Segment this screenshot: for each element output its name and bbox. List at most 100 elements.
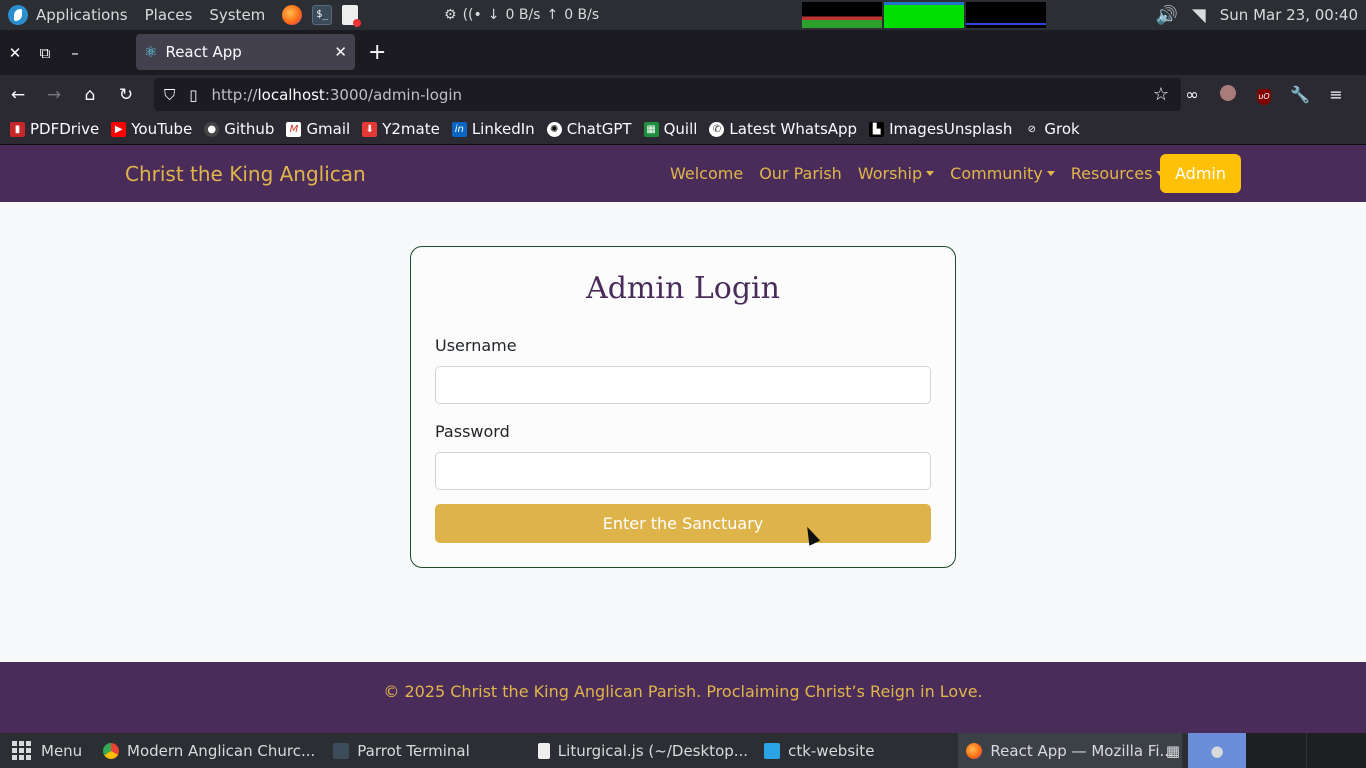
youtube-icon: ▶	[111, 121, 127, 137]
browser-nav-bar: ← → ⌂ ↻ ⛉ ▯ http://localhost:3000/admin-…	[0, 75, 1366, 114]
bookmark-github[interactable]: ● Github	[204, 120, 274, 138]
window-minimize-icon[interactable]: –	[60, 44, 90, 62]
footer-copyright: © 2025 Christ the King Anglican Parish. …	[383, 682, 983, 701]
applications-menu[interactable]: Applications	[36, 6, 128, 24]
taskbar-item-firefox[interactable]: React App — Mozilla Fi...	[958, 733, 1182, 768]
whatsapp-icon: ✆	[709, 121, 725, 137]
folder-icon	[764, 742, 781, 759]
taskbar-item-folder[interactable]: ctk-website	[756, 733, 882, 768]
enter-sanctuary-button[interactable]: Enter the Sanctuary	[435, 504, 931, 543]
pdfdrive-icon: ▮	[10, 121, 25, 137]
site-footer: © 2025 Christ the King Anglican Parish. …	[0, 662, 1366, 733]
new-tab-plus-icon[interactable]: +	[368, 40, 386, 65]
linkedin-icon: in	[451, 121, 467, 137]
nav-welcome[interactable]: Welcome	[670, 164, 743, 183]
tab-close-icon[interactable]: ✕	[334, 43, 347, 61]
password-label: Password	[435, 422, 510, 441]
app-grid-icon	[12, 741, 31, 760]
back-arrow-icon[interactable]: ←	[0, 85, 36, 105]
nav-resources-dropdown[interactable]: Resources	[1071, 164, 1165, 183]
taskbar-menu-button[interactable]: Menu	[0, 741, 95, 760]
chrome-icon	[103, 742, 119, 759]
bookmark-latest-whatsapp[interactable]: ✆ Latest WhatsApp	[709, 120, 857, 138]
wrench-icon[interactable]: 🔧	[1282, 85, 1318, 104]
window-restore-icon[interactable]: ⧉	[30, 44, 60, 62]
parrot-logo-icon[interactable]	[8, 5, 28, 25]
bookmark-quill[interactable]: ▦ Quill	[643, 120, 697, 138]
firefox-icon	[966, 742, 983, 759]
bookmark-gmail[interactable]: M Gmail	[286, 120, 350, 138]
y2mate-icon: ⬇	[362, 121, 378, 137]
private-mask-icon[interactable]: ∞	[1174, 85, 1210, 104]
chatgpt-icon: ✺	[546, 121, 562, 137]
page-content: Christ the King Anglican Welcome Our Par…	[0, 145, 1366, 733]
text-editor-launcher-icon[interactable]	[342, 5, 362, 27]
admin-button[interactable]: Admin	[1160, 154, 1241, 193]
net-down-rate: 0 B/s	[505, 7, 541, 23]
workspace-switcher-icon[interactable]: ▦	[1158, 733, 1188, 768]
taskbar-item-chrome[interactable]: Modern Anglican Churc...	[95, 733, 323, 768]
reload-icon[interactable]: ↻	[108, 85, 144, 105]
upload-arrow-icon: ↑	[546, 7, 559, 23]
nav-worship-dropdown[interactable]: Worship	[858, 164, 934, 183]
page-info-icon[interactable]: ▯	[189, 86, 197, 104]
bookmark-linkedin[interactable]: in LinkedIn	[451, 120, 535, 138]
download-arrow-icon: ↓	[487, 7, 500, 23]
bookmark-imagesunsplash[interactable]: ▙ ImagesUnsplash	[869, 120, 1012, 138]
places-menu[interactable]: Places	[145, 6, 193, 24]
gmail-icon: M	[286, 121, 302, 137]
bookmark-grok[interactable]: ⊘ Grok	[1024, 120, 1080, 138]
volume-icon[interactable]: 🔊	[1156, 5, 1178, 26]
profile-avatar-icon[interactable]	[1210, 84, 1246, 105]
workspace-3[interactable]	[1306, 733, 1366, 768]
tab-title: React App	[165, 43, 242, 61]
taskbar-item-terminal[interactable]: Parrot Terminal	[325, 733, 478, 768]
bookmark-star-icon[interactable]: ☆	[1153, 84, 1169, 105]
terminal-launcher-icon[interactable]: $_	[312, 5, 333, 25]
taskbar-item-editor[interactable]: Liturgical.js (~/Desktop...	[530, 733, 756, 768]
url-bar[interactable]: ⛉ ▯ http://localhost:3000/admin-login ☆	[154, 78, 1181, 111]
github-icon: ●	[204, 121, 220, 137]
system-monitor-graphs	[802, 2, 1048, 28]
hamburger-menu-icon[interactable]: ≡	[1318, 85, 1354, 104]
username-input[interactable]	[435, 366, 931, 404]
bookmark-y2mate[interactable]: ⬇ Y2mate	[362, 120, 440, 138]
wireless-signal-icon: ((•	[462, 7, 482, 23]
password-input[interactable]	[435, 452, 931, 490]
system-menu[interactable]: System	[209, 6, 265, 24]
terminal-icon	[333, 742, 350, 759]
network-monitor: ⚙ ((• ↓ 0 B/s ↑ 0 B/s	[444, 0, 605, 30]
workspace-1-firefox[interactable]: ●	[1188, 733, 1246, 768]
taskbar: Menu Modern Anglican Churc... Parrot Ter…	[0, 733, 1366, 768]
nav-our-parish[interactable]: Our Parish	[759, 164, 842, 183]
bookmark-youtube[interactable]: ▶ YouTube	[111, 120, 192, 138]
firefox-launcher-icon[interactable]	[282, 5, 303, 25]
settings-gear-icon: ⚙	[444, 7, 457, 23]
window-close-icon[interactable]: ✕	[0, 44, 30, 62]
home-icon[interactable]: ⌂	[72, 85, 108, 105]
network-graph	[966, 2, 1046, 28]
bookmarks-bar: ▮ PDFDrive ▶ YouTube ● Github M Gmail ⬇ Y2mat…	[0, 114, 1366, 145]
ublock-origin-icon[interactable]: uO	[1246, 84, 1282, 105]
quill-icon: ▦	[643, 121, 659, 137]
bookmark-pdfdrive[interactable]: ▮ PDFDrive	[10, 120, 99, 138]
admin-login-card: Admin Login Username Password Enter the …	[410, 246, 956, 568]
site-brand-link[interactable]: Christ the King Anglican	[125, 162, 366, 186]
wifi-icon[interactable]: ◥	[1192, 5, 1206, 26]
nav-community-dropdown[interactable]: Community	[950, 164, 1055, 183]
cpu-graph	[802, 2, 882, 28]
system-top-panel: Applications Places System $_ ⚙ ((• ↓ 0 …	[0, 0, 1366, 30]
forward-arrow-icon[interactable]: →	[36, 85, 72, 105]
memory-graph	[884, 2, 964, 28]
login-title: Admin Login	[586, 271, 780, 306]
site-navbar: Christ the King Anglican Welcome Our Par…	[0, 145, 1366, 202]
react-favicon-icon: ⚛	[144, 43, 158, 61]
tracking-shield-icon[interactable]: ⛉	[164, 86, 175, 104]
workspace-2[interactable]	[1246, 733, 1306, 768]
url-host: localhost	[257, 85, 325, 104]
browser-tab-bar: ✕ ⧉ – ⚛ React App ✕ +	[0, 30, 1366, 75]
clock[interactable]: Sun Mar 23, 00:40	[1220, 6, 1358, 24]
unsplash-icon: ▙	[869, 121, 885, 137]
tab-react-app[interactable]: ⚛ React App ✕	[136, 34, 355, 70]
bookmark-chatgpt[interactable]: ✺ ChatGPT	[546, 120, 632, 138]
